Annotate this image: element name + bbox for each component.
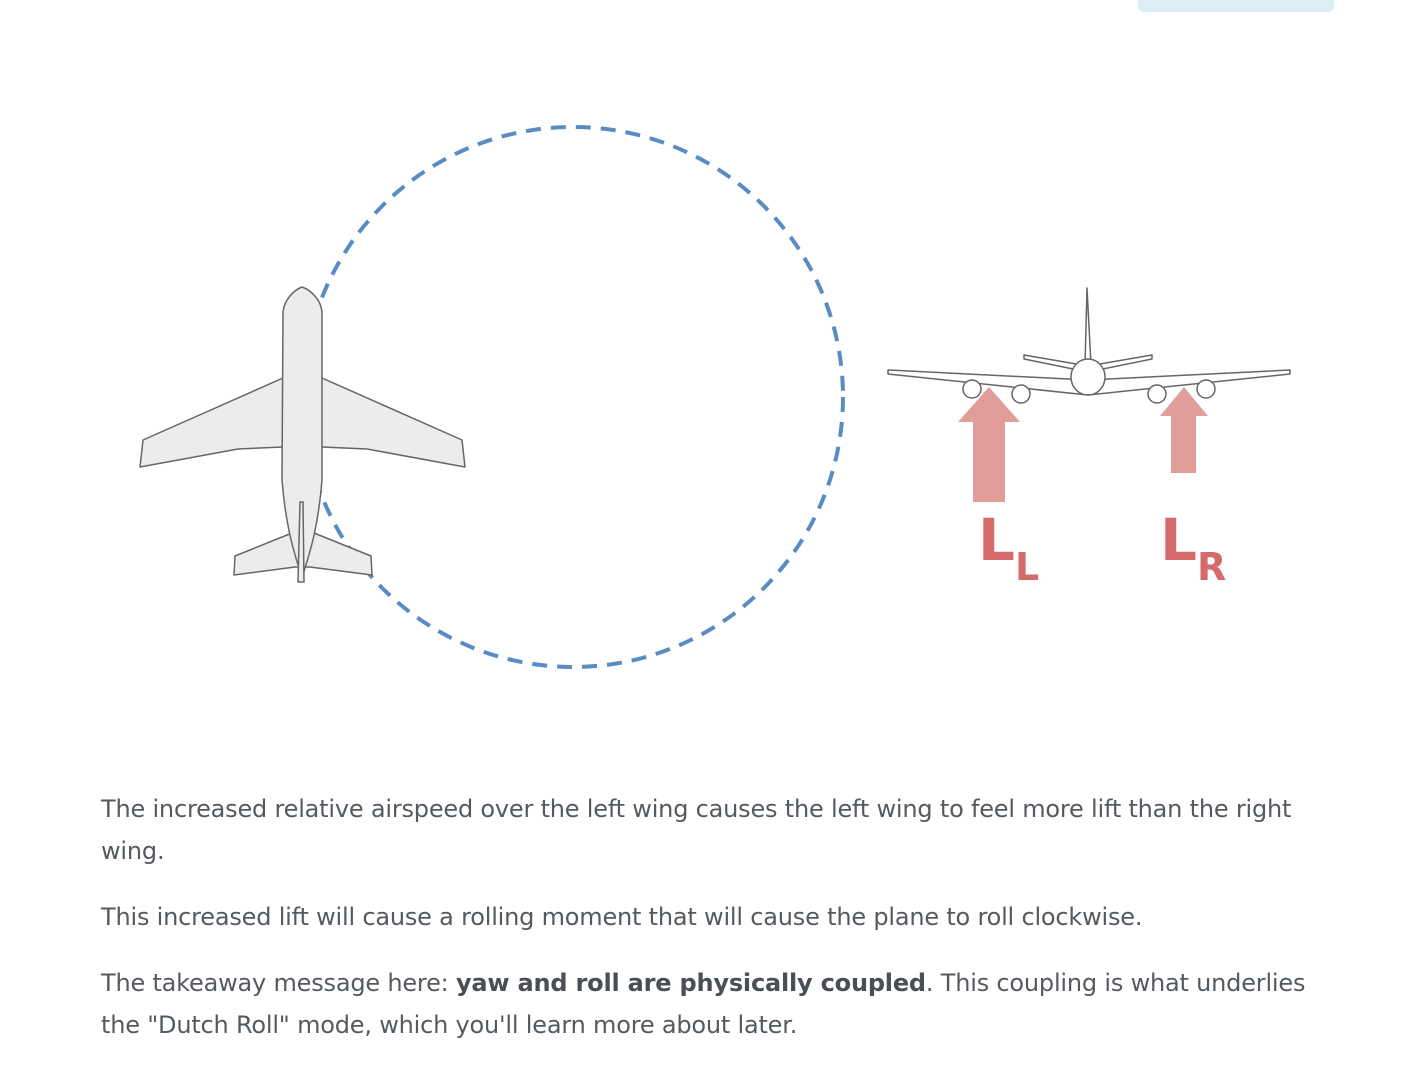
paragraph-takeaway: The takeaway message here: yaw and roll … <box>101 962 1331 1046</box>
engine-right-outer <box>1196 379 1216 399</box>
yaw-circle <box>301 125 845 669</box>
front-view-plane-fuselage <box>1070 358 1106 396</box>
explanation-text: The increased relative airspeed over the… <box>101 788 1331 1070</box>
paragraph-lift-difference: The increased relative airspeed over the… <box>101 795 1292 865</box>
engine-left-outer <box>962 379 982 399</box>
lift-label-right-subscript: R <box>1197 545 1226 589</box>
front-view-plane <box>887 287 1291 404</box>
top-chip[interactable] <box>1138 0 1334 12</box>
page: LL LR The increased relative airspeed ov… <box>0 0 1418 1082</box>
lift-label-left: LL <box>978 506 1039 589</box>
front-view-plane-fin <box>1084 287 1092 366</box>
yaw-roll-diagram: LL LR <box>139 125 1291 669</box>
paragraph-rolling-moment: This increased lift will cause a rolling… <box>101 903 1143 931</box>
takeaway-bold: yaw and roll are physically coupled <box>455 969 926 997</box>
lift-label-left-subscript: L <box>1015 545 1039 589</box>
engine-left-inner <box>1011 384 1031 404</box>
top-view-plane <box>139 286 466 583</box>
lift-arrow-left <box>958 387 1020 502</box>
lift-arrow-right <box>1160 387 1208 473</box>
takeaway-prefix: The takeaway message here: <box>101 969 456 997</box>
engine-right-inner <box>1147 384 1167 404</box>
lift-label-right: LR <box>1160 506 1226 589</box>
